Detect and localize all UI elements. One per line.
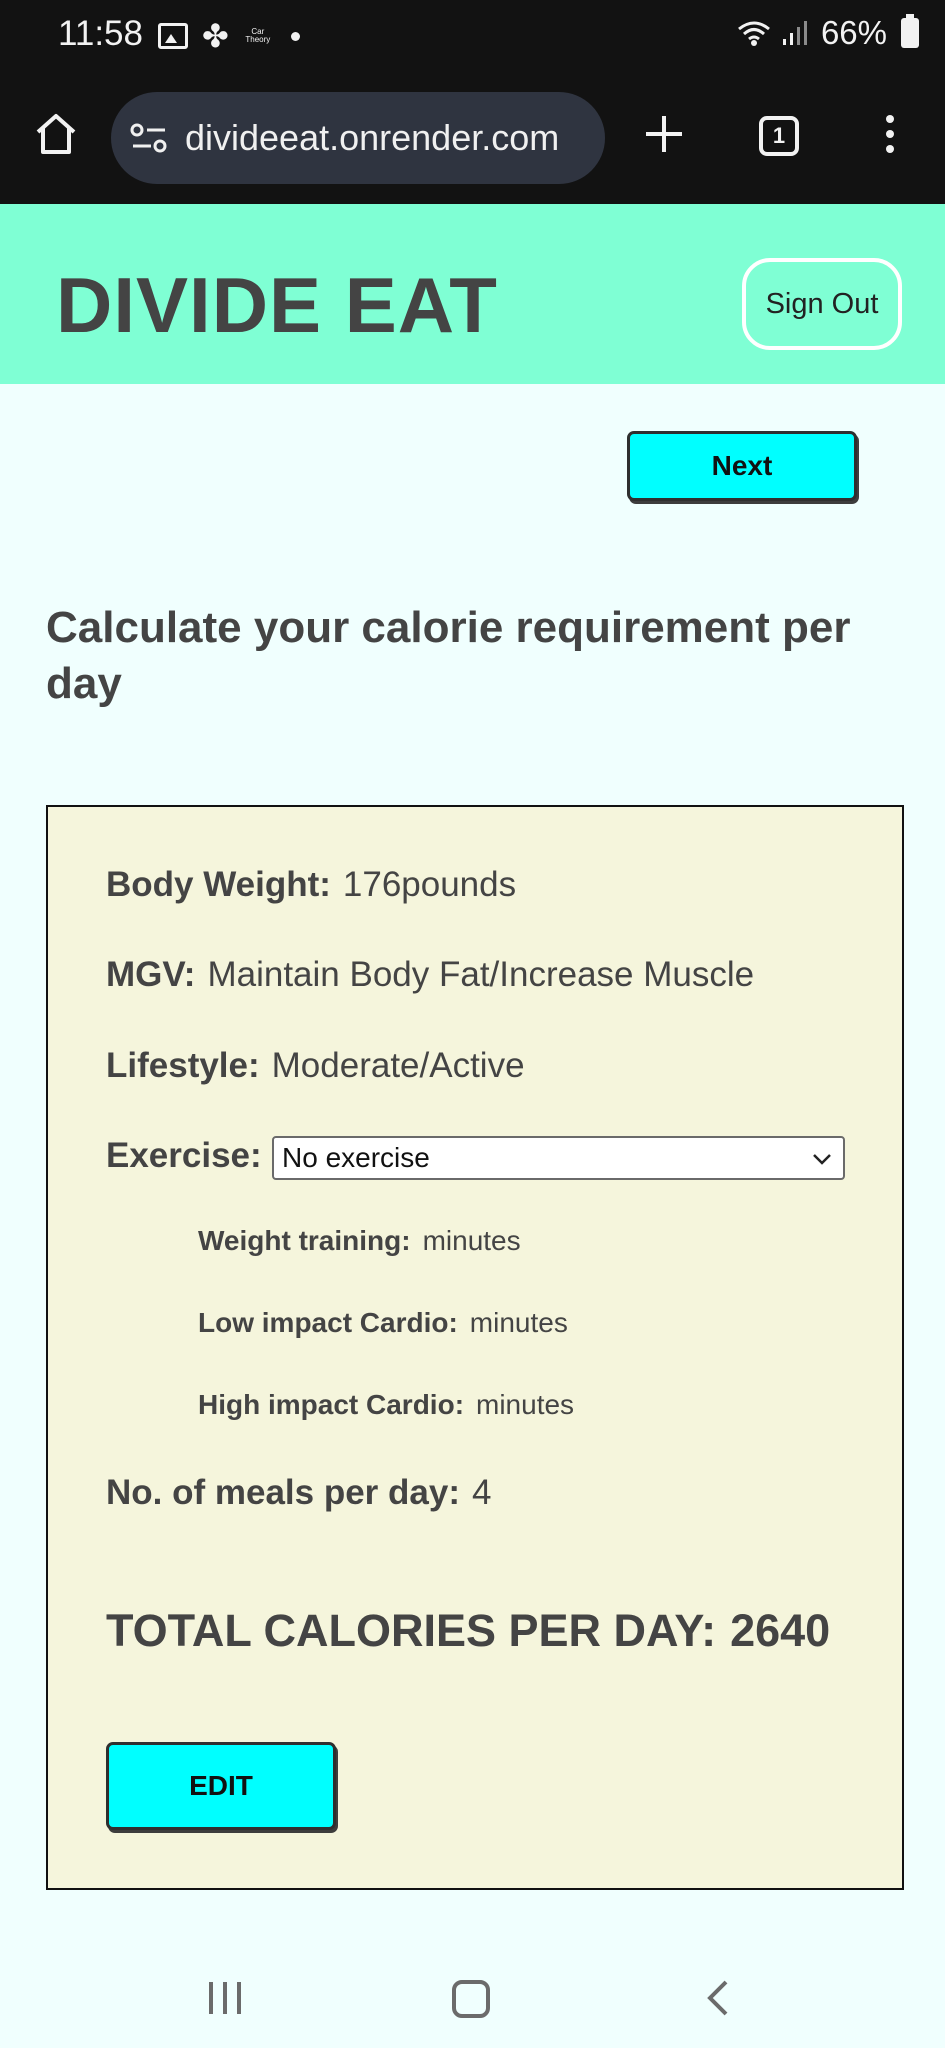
- exercise-selected-value: No exercise: [282, 1142, 430, 1173]
- exercise-label: Exercise:: [106, 1136, 262, 1175]
- next-button[interactable]: Next: [627, 431, 857, 501]
- site-settings-icon[interactable]: [129, 118, 169, 158]
- recent-apps-icon[interactable]: [205, 1980, 245, 2016]
- low-impact-cardio-label: Low impact Cardio:: [198, 1307, 458, 1338]
- weight-training-label: Weight training:: [198, 1225, 411, 1256]
- signal-icon: [782, 21, 807, 45]
- app-header: DIVIDE EAT Sign Out: [0, 204, 945, 384]
- status-right: 66%: [737, 14, 919, 52]
- calorie-summary-card: Body Weight: 176pounds MGV: Maintain Bod…: [46, 805, 904, 1890]
- more-notifications-dot-icon: [290, 31, 300, 41]
- fan-icon: ✤: [202, 18, 229, 54]
- lifestyle-row: Lifestyle: Moderate/Active: [106, 1046, 525, 1086]
- meals-per-day-value: 4: [471, 1473, 492, 1512]
- meals-per-day-label: No. of meals per day:: [106, 1473, 460, 1512]
- back-icon[interactable]: [700, 1978, 734, 2018]
- gallery-icon: [158, 23, 188, 49]
- low-impact-cardio-row: Low impact Cardio: minutes: [198, 1307, 568, 1339]
- mgv-value: Maintain Body Fat/Increase Muscle: [207, 955, 755, 994]
- brand-logo: DIVIDE EAT: [56, 261, 498, 349]
- sign-out-button[interactable]: Sign Out: [742, 258, 902, 350]
- tab-switcher-icon[interactable]: 1: [759, 116, 799, 156]
- lifestyle-label: Lifestyle:: [106, 1046, 260, 1085]
- more-menu-icon[interactable]: [872, 114, 908, 154]
- lifestyle-value: Moderate/Active: [271, 1046, 525, 1085]
- total-calories-value: 2640: [730, 1605, 831, 1656]
- home-nav-icon[interactable]: [452, 1980, 490, 2018]
- high-impact-cardio-label: High impact Cardio:: [198, 1389, 465, 1420]
- wifi-icon: [738, 21, 770, 46]
- battery-percent: 66%: [820, 14, 887, 51]
- total-calories: TOTAL CALORIES PER DAY: 2640: [106, 1605, 830, 1657]
- new-tab-icon[interactable]: [644, 114, 684, 154]
- battery-icon: [901, 14, 919, 48]
- edit-button[interactable]: EDIT: [106, 1742, 336, 1830]
- mgv-label: MGV:: [106, 955, 196, 994]
- address-bar[interactable]: divideeat.onrender.com: [111, 92, 605, 184]
- high-impact-cardio-row: High impact Cardio: minutes: [198, 1389, 574, 1421]
- url-text: divideeat.onrender.com: [185, 117, 560, 158]
- body-weight-value: 176pounds: [342, 865, 517, 904]
- chevron-down-icon: [813, 1154, 831, 1165]
- exercise-select[interactable]: No exercise: [272, 1136, 845, 1180]
- page-title: Calculate your calorie requirement per d…: [46, 603, 851, 708]
- notification-icons: ✤ Car Theory: [158, 18, 300, 54]
- browser-toolbar: divideeat.onrender.com 1: [0, 72, 945, 204]
- meals-per-day-row: No. of meals per day: 4: [106, 1473, 491, 1513]
- status-bar: 11:58 ✤ Car Theory 66%: [0, 0, 945, 72]
- car-theory-app-icon: Car Theory: [245, 27, 271, 44]
- low-impact-cardio-value: minutes: [469, 1307, 568, 1338]
- body-weight-label: Body Weight:: [106, 865, 331, 904]
- page: 11:58 ✤ Car Theory 66% divideeat.onrende…: [0, 0, 945, 2048]
- system-nav-bar: [0, 1940, 945, 2048]
- exercise-row: Exercise:: [106, 1136, 262, 1176]
- weight-training-row: Weight training: minutes: [198, 1225, 521, 1257]
- high-impact-cardio-value: minutes: [476, 1389, 575, 1420]
- home-icon[interactable]: [32, 110, 80, 158]
- mgv-row: MGV: Maintain Body Fat/Increase Muscle: [106, 955, 754, 995]
- weight-training-value: minutes: [422, 1225, 521, 1256]
- status-time: 11:58: [58, 14, 143, 53]
- body-weight-row: Body Weight: 176pounds: [106, 865, 516, 905]
- total-calories-label: TOTAL CALORIES PER DAY:: [106, 1605, 717, 1656]
